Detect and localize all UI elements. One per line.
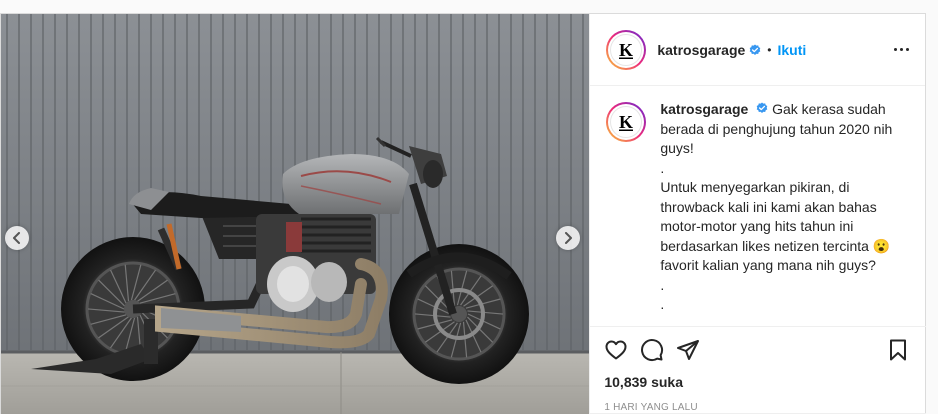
caption-line: Untuk menyegarkan pikiran, di	[660, 179, 850, 195]
avatar[interactable]: K	[606, 29, 647, 70]
post-timestamp[interactable]: 1 HARI YANG LALU	[604, 402, 910, 413]
chevron-right-icon	[565, 232, 572, 244]
caption-line: .	[660, 159, 665, 176]
caption-line: throwback kali ini kami akan bahas	[660, 198, 877, 215]
verified-badge-icon	[756, 102, 768, 114]
caption-line: favorit kalian yang mana nih guys?	[660, 257, 876, 273]
caption-line: .	[660, 276, 665, 293]
post-image[interactable]	[1, 14, 590, 414]
caption-avatar[interactable]: K	[606, 102, 647, 142]
more-options-icon[interactable]	[894, 42, 909, 57]
chevron-left-icon	[13, 232, 20, 244]
follow-button[interactable]: Ikuti	[778, 42, 807, 58]
post-caption: K katrosgarage Gak kerasa sudah berada d…	[606, 100, 909, 315]
caption-line: motor-motor yang hits tahun ini	[660, 218, 854, 234]
next-photo-button[interactable]	[556, 226, 580, 250]
caption-username-link[interactable]: katrosgarage	[660, 101, 748, 117]
post-actions: 10,839 suka 1 HARI YANG LALU	[590, 326, 927, 413]
username-link[interactable]: katrosgarage	[657, 42, 745, 58]
comment-icon[interactable]	[640, 338, 664, 362]
separator-dot: •	[767, 42, 772, 57]
action-icons	[604, 337, 910, 363]
caption-line: .	[660, 296, 665, 312]
post-header: K katrosgarage • Ikuti	[590, 14, 925, 86]
katros-logo: K	[610, 33, 643, 66]
paper-plane-icon[interactable]	[676, 338, 700, 362]
heart-icon[interactable]	[604, 338, 628, 362]
caption-line: berada di penghujung tahun 2020 nih	[660, 120, 893, 137]
svg-text:K: K	[619, 112, 633, 132]
svg-text:K: K	[619, 40, 633, 60]
caption-line: berdasarkan likes netizen tercinta 😮	[660, 237, 891, 254]
instagram-post: K katrosgarage • Ikuti K katrosgarage Ga…	[0, 13, 927, 414]
motorcycle-photo	[1, 14, 590, 414]
bookmark-icon[interactable]	[886, 338, 910, 362]
caption-line: Gak kerasa sudah	[772, 101, 886, 117]
post-side-panel: K katrosgarage • Ikuti K katrosgarage Ga…	[589, 14, 927, 414]
likes-count[interactable]: 10,839 suka	[604, 374, 910, 390]
verified-badge-icon	[749, 44, 761, 56]
caption-line: guys!	[660, 140, 694, 156]
katros-logo: K	[610, 106, 643, 138]
caption-text: katrosgarage Gak kerasa sudah berada di …	[660, 100, 892, 315]
previous-photo-button[interactable]	[5, 226, 29, 250]
